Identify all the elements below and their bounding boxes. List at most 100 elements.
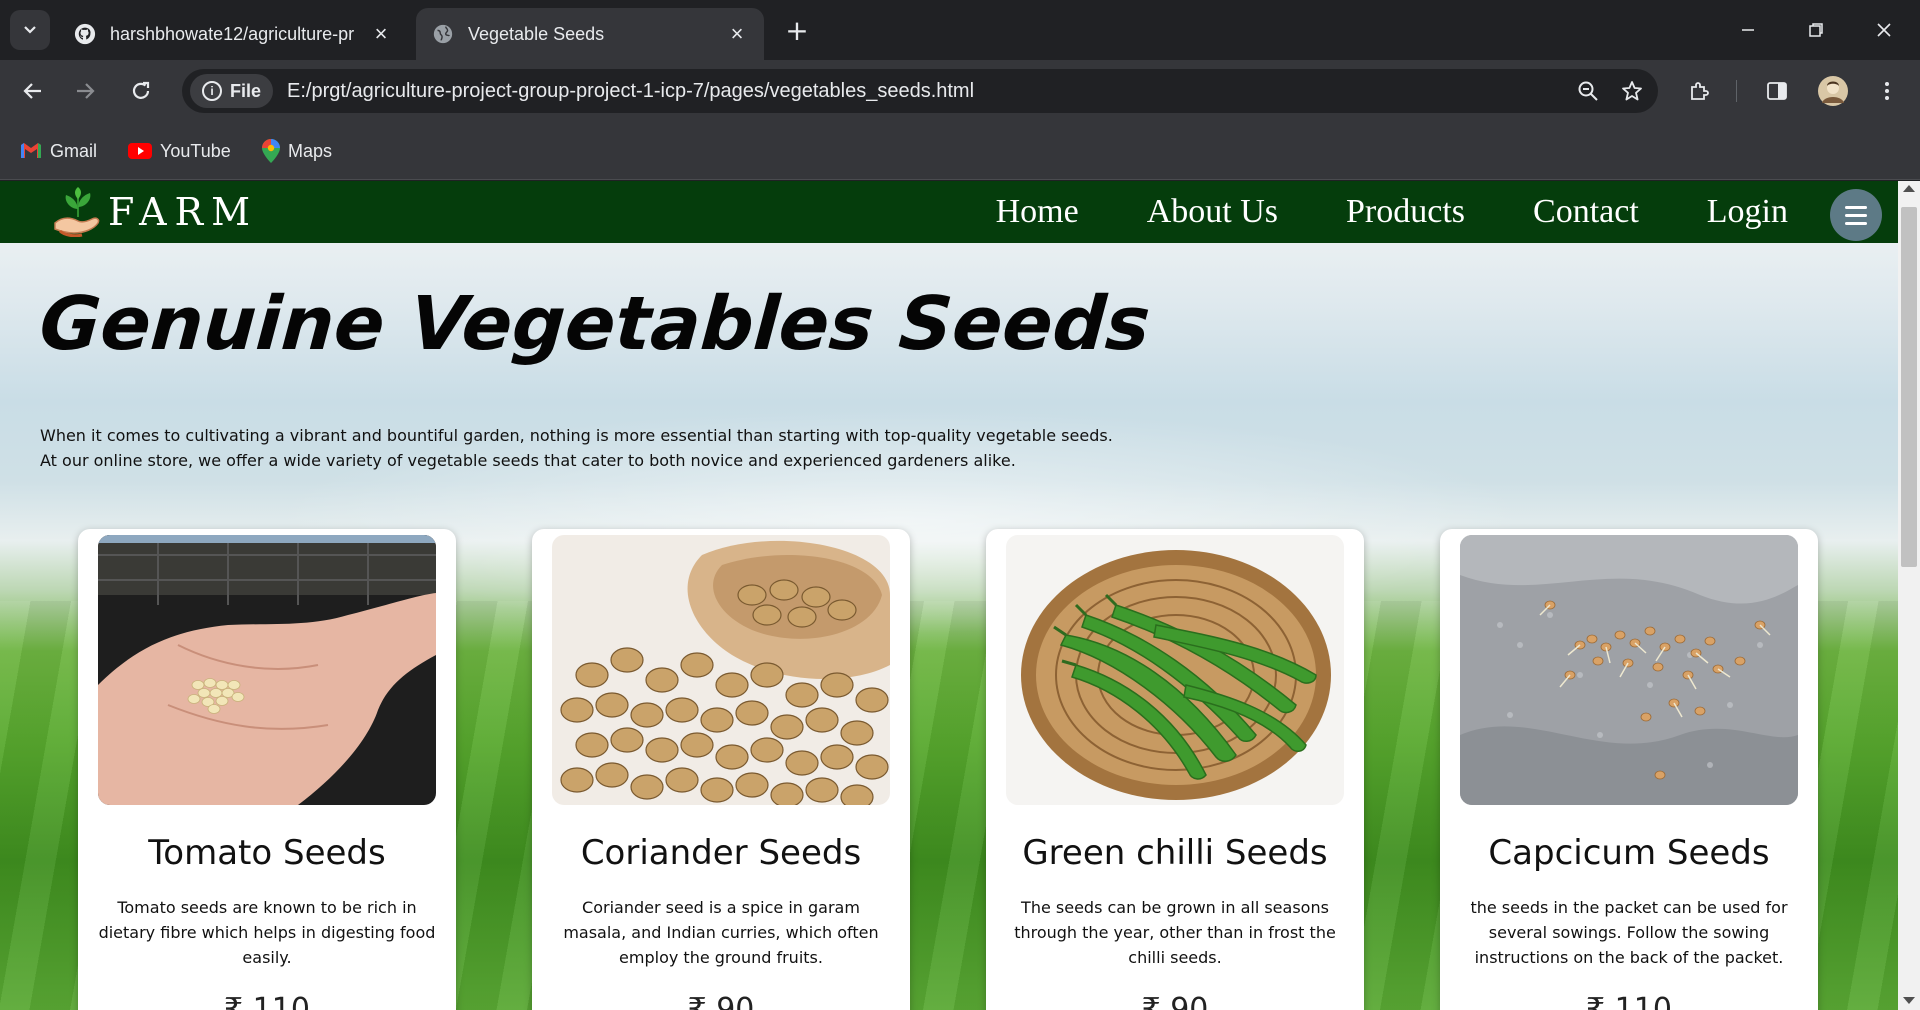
nav-login[interactable]: Login: [1707, 193, 1788, 231]
minimize-button[interactable]: [1728, 12, 1768, 48]
product-price: ₹ 110: [224, 992, 310, 1010]
plant-in-hand-logo-icon: [54, 187, 100, 237]
gmail-icon: [20, 143, 42, 159]
sprouting-seeds-image: [1460, 535, 1798, 805]
restore-icon: [1809, 23, 1823, 37]
browser-toolbar: i File E:/prgt/agriculture-project-group…: [0, 60, 1920, 122]
back-button[interactable]: [14, 72, 52, 110]
globe-icon: [433, 24, 453, 44]
close-window-button[interactable]: [1864, 12, 1904, 48]
product-price: ₹ 90: [687, 992, 755, 1010]
product-title: Capcicum Seeds: [1488, 833, 1770, 873]
close-tab-icon[interactable]: ×: [726, 21, 748, 47]
product-title: Tomato Seeds: [148, 833, 386, 873]
nav-products[interactable]: Products: [1346, 193, 1465, 231]
new-tab-button[interactable]: +: [780, 14, 814, 48]
product-title: Green chilli Seeds: [1022, 833, 1328, 873]
product-card-green-chilli[interactable]: Green chilli Seeds The seeds can be grow…: [986, 529, 1364, 1010]
product-image: [1006, 535, 1344, 805]
extensions-button[interactable]: [1680, 72, 1718, 110]
puzzle-icon: [1691, 82, 1709, 100]
youtube-icon: [128, 142, 152, 160]
url-text[interactable]: E:/prgt/agriculture-project-group-projec…: [287, 80, 1570, 103]
maps-icon: [262, 139, 280, 163]
product-description: the seeds in the packet can be used for …: [1470, 898, 1788, 967]
tab-vegetable-seeds[interactable]: Vegetable Seeds ×: [416, 8, 764, 60]
menu-line: [1845, 221, 1867, 225]
address-bar[interactable]: i File E:/prgt/agriculture-project-group…: [182, 69, 1658, 113]
intro-line: At our online store, we offer a wide var…: [40, 451, 1016, 470]
info-icon: i: [202, 81, 222, 101]
nav-contact[interactable]: Contact: [1533, 193, 1639, 231]
hand-with-seeds-image: [98, 535, 436, 805]
close-icon: [1877, 23, 1891, 37]
bookmark-maps[interactable]: Maps: [262, 136, 332, 166]
forward-button[interactable]: [66, 72, 104, 110]
product-cards: Tomato Seeds Tomato seeds are known to b…: [78, 529, 1818, 1010]
bookmark-gmail[interactable]: Gmail: [20, 136, 97, 166]
file-label: File: [230, 80, 262, 101]
restore-button[interactable]: [1796, 12, 1836, 48]
nav-about-us[interactable]: About Us: [1147, 193, 1278, 231]
site-logo[interactable]: FARM: [52, 187, 258, 237]
menu-line: [1845, 205, 1867, 209]
menu-line: [1845, 213, 1867, 217]
intro-line: When it comes to cultivating a vibrant a…: [40, 426, 1113, 445]
tab-search-button[interactable]: [10, 10, 50, 50]
product-description: Tomato seeds are known to be rich in die…: [98, 898, 436, 967]
zoom-button[interactable]: [1570, 73, 1606, 109]
bookmark-label: YouTube: [160, 140, 231, 161]
bookmark-youtube[interactable]: YouTube: [128, 136, 231, 166]
side-panel-icon: [1767, 82, 1787, 100]
product-description: The seeds can be grown in all seasons th…: [1014, 898, 1336, 967]
site-info-chip[interactable]: i File: [190, 74, 274, 108]
star-icon: [1622, 81, 1642, 101]
avatar: [1818, 76, 1848, 106]
more-vertical-icon: [1885, 82, 1889, 100]
chevron-down-icon: [24, 26, 36, 34]
product-card-coriander[interactable]: Coriander Seeds Coriander seed is a spic…: [532, 529, 910, 1010]
side-panel-button[interactable]: [1758, 72, 1796, 110]
bookmarks-bar: Gmail YouTube Maps: [0, 122, 1920, 180]
product-description: Coriander seed is a spice in garam masal…: [563, 898, 879, 967]
page-title: Genuine Vegetables Seeds: [36, 281, 1153, 367]
product-price: ₹ 110: [1586, 992, 1672, 1010]
toolbar-divider: [1736, 80, 1737, 102]
scroll-up-arrow-icon[interactable]: [1903, 185, 1915, 192]
main-nav: Home About Us Products Contact Login: [928, 181, 1788, 243]
github-icon: [74, 23, 96, 45]
tab-title: Vegetable Seeds: [468, 23, 605, 44]
zoom-out-icon: [1578, 81, 1598, 101]
close-tab-icon[interactable]: ×: [370, 21, 392, 47]
scroll-down-arrow-icon[interactable]: [1903, 997, 1915, 1004]
intro-text: When it comes to cultivating a vibrant a…: [40, 423, 1240, 473]
back-arrow-icon: [23, 83, 41, 99]
logo-text: FARM: [108, 190, 259, 234]
site-navbar: FARM Home About Us Products Contact Logi…: [0, 181, 1898, 243]
bookmark-star-button[interactable]: [1614, 73, 1650, 109]
product-image: [98, 535, 436, 805]
scrollbar-thumb[interactable]: [1901, 207, 1917, 567]
green-chillies-image: [1006, 535, 1344, 805]
tab-title: harshbhowate12/agriculture-pr: [110, 23, 355, 44]
reload-icon: [132, 81, 150, 99]
tab-github[interactable]: harshbhowate12/agriculture-pr ×: [58, 8, 408, 60]
bookmark-label: Gmail: [50, 140, 98, 161]
page-scrollbar[interactable]: [1898, 181, 1920, 1010]
profile-button[interactable]: [1814, 72, 1852, 110]
minimize-icon: [1742, 29, 1754, 31]
nav-home[interactable]: Home: [996, 193, 1079, 231]
chrome-menu-button[interactable]: [1868, 72, 1906, 110]
product-image: [1460, 535, 1798, 805]
bookmark-label: Maps: [288, 140, 333, 161]
hamburger-menu-button[interactable]: [1830, 189, 1882, 241]
coriander-seeds-image: [552, 535, 890, 805]
product-image: [552, 535, 890, 805]
reload-button[interactable]: [122, 72, 160, 110]
product-card-capcicum[interactable]: Capcicum Seeds the seeds in the packet c…: [1440, 529, 1818, 1010]
page-viewport: FARM Home About Us Products Contact Logi…: [0, 181, 1898, 1010]
product-title: Coriander Seeds: [580, 833, 862, 873]
product-price: ₹ 90: [1141, 992, 1209, 1010]
browser-tab-bar: harshbhowate12/agriculture-pr × Vegetabl…: [0, 0, 1920, 60]
product-card-tomato[interactable]: Tomato Seeds Tomato seeds are known to b…: [78, 529, 456, 1010]
